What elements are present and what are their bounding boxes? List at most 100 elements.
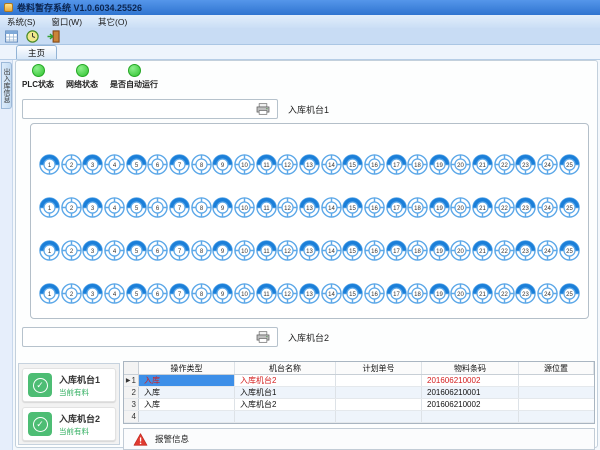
left-dock-strip: 出入库信息 — [0, 60, 13, 450]
cell-source[interactable] — [519, 375, 594, 386]
cell-station[interactable]: 入库机台2 — [235, 375, 336, 386]
cell-source[interactable] — [519, 411, 594, 422]
cell-plan[interactable] — [336, 387, 422, 398]
column-header-3[interactable]: 物料条码 — [422, 362, 519, 374]
main-panel: PLC状态网络状态是否自动运行 入库机台1 123456789101112131… — [15, 60, 598, 448]
svg-text:18: 18 — [414, 292, 421, 298]
dock-tab[interactable]: 出入库信息 — [1, 62, 12, 109]
station-card-1: ✓入库机台1当前有料 — [22, 368, 116, 402]
card-station-name: 入库机台1 — [59, 373, 100, 386]
column-header-4[interactable]: 源位置 — [519, 362, 594, 374]
table-row-2[interactable]: 2入库入库机台1 201606210001 — [124, 387, 594, 399]
menu-item-2[interactable]: 其它(O) — [98, 16, 127, 28]
slot-dial-12: 12 — [277, 154, 298, 175]
slot-dial-24: 24 — [537, 154, 558, 175]
slot-dial-16: 16 — [364, 283, 385, 304]
indicator-label: 网络状态 — [66, 79, 98, 90]
cell-operation[interactable]: 入库 — [139, 399, 235, 410]
clock-button[interactable] — [25, 29, 39, 43]
indicator-0: PLC状态 — [22, 64, 54, 96]
svg-text:23: 23 — [523, 249, 530, 255]
station1-print-button[interactable] — [22, 99, 278, 119]
svg-text:23: 23 — [523, 206, 530, 212]
slot-dial-2: 2 — [61, 240, 82, 261]
row-header[interactable]: 3 — [124, 399, 139, 410]
svg-text:18: 18 — [414, 206, 421, 212]
cell-operation[interactable] — [139, 411, 235, 422]
exit-door-button[interactable] — [46, 29, 60, 43]
table-row-3[interactable]: 3入库入库机台2 201606210002 — [124, 399, 594, 411]
slot-dial-14: 14 — [321, 154, 342, 175]
slot-dial-22: 22 — [494, 154, 515, 175]
station2-header: 入库机台2 — [22, 326, 591, 348]
slot-dial-15: 15 — [342, 283, 363, 304]
printer-icon — [256, 331, 270, 343]
cell-barcode[interactable] — [422, 411, 519, 422]
cell-source[interactable] — [519, 399, 594, 410]
row-header[interactable]: 2 — [124, 387, 139, 398]
slot-dial-4: 4 — [104, 154, 125, 175]
table-row-4[interactable]: 4 — [124, 411, 594, 423]
cell-barcode[interactable]: 201606210002 — [422, 399, 519, 410]
column-header-0[interactable]: 操作类型 — [139, 362, 235, 374]
card-status-text: 当前有料 — [59, 426, 100, 437]
slot-dial-13: 13 — [299, 154, 320, 175]
cell-plan[interactable] — [336, 399, 422, 410]
svg-text:15: 15 — [349, 163, 356, 169]
cell-station[interactable] — [235, 411, 336, 422]
row-header[interactable]: ▶1 — [124, 375, 139, 386]
task-table: 操作类型机台名称计划单号物料条码源位置▶1入库入库机台2201606210002… — [123, 361, 595, 424]
slot-dial-20: 20 — [450, 154, 471, 175]
cell-plan[interactable] — [336, 375, 422, 386]
slot-dial-17: 17 — [386, 154, 407, 175]
tab-home[interactable]: 主页 — [16, 45, 57, 59]
svg-text:20: 20 — [458, 163, 465, 169]
column-header-1[interactable]: 机台名称 — [235, 362, 336, 374]
cell-source[interactable] — [519, 387, 594, 398]
slot-dial-8: 8 — [191, 283, 212, 304]
slot-dial-2: 2 — [61, 154, 82, 175]
menu-item-0[interactable]: 系统(S) — [7, 16, 35, 28]
check-icon: ✓ — [28, 373, 52, 397]
svg-text:13: 13 — [306, 249, 313, 255]
cell-station[interactable]: 入库机台1 — [235, 387, 336, 398]
slot-dial-18: 18 — [407, 197, 428, 218]
svg-text:17: 17 — [393, 249, 400, 255]
svg-text:19: 19 — [436, 163, 443, 169]
slot-dial-19: 19 — [429, 197, 450, 218]
slot-dial-13: 13 — [299, 240, 320, 261]
status-lamp-icon — [76, 64, 89, 77]
svg-text:24: 24 — [544, 163, 551, 169]
row-header[interactable]: 4 — [124, 411, 139, 422]
calendar-button[interactable] — [4, 29, 18, 43]
slot-dial-15: 15 — [342, 197, 363, 218]
cell-barcode[interactable]: 201606210002 — [422, 375, 519, 386]
svg-text:19: 19 — [436, 292, 443, 298]
slot-dial-23: 23 — [515, 283, 536, 304]
cell-operation[interactable]: 入库 — [139, 375, 235, 386]
slot-dial-17: 17 — [386, 283, 407, 304]
column-header-2[interactable]: 计划单号 — [336, 362, 422, 374]
menu-item-1[interactable]: 窗口(W) — [51, 16, 82, 28]
slot-dial-16: 16 — [364, 240, 385, 261]
slot-dial-6: 6 — [147, 240, 168, 261]
table-row-1[interactable]: ▶1入库入库机台2 201606210002 — [124, 375, 594, 387]
svg-text:25: 25 — [566, 206, 573, 212]
station2-print-button[interactable] — [22, 327, 278, 347]
table-header-row: 操作类型机台名称计划单号物料条码源位置 — [124, 362, 594, 375]
cell-barcode[interactable]: 201606210001 — [422, 387, 519, 398]
cell-station[interactable]: 入库机台2 — [235, 399, 336, 410]
svg-text:23: 23 — [523, 292, 530, 298]
svg-text:20: 20 — [458, 249, 465, 255]
slot-dial-7: 7 — [169, 240, 190, 261]
slot-dial-21: 21 — [472, 240, 493, 261]
cell-operation[interactable]: 入库 — [139, 387, 235, 398]
slot-dial-9: 9 — [212, 197, 233, 218]
cell-plan[interactable] — [336, 411, 422, 422]
indicator-1: 网络状态 — [66, 64, 98, 96]
warning-icon — [133, 433, 148, 446]
slot-dial-13: 13 — [299, 283, 320, 304]
slot-dial-2: 2 — [61, 197, 82, 218]
main-area: PLC状态网络状态是否自动运行 入库机台1 123456789101112131… — [13, 60, 600, 450]
slot-dial-5: 5 — [126, 283, 147, 304]
